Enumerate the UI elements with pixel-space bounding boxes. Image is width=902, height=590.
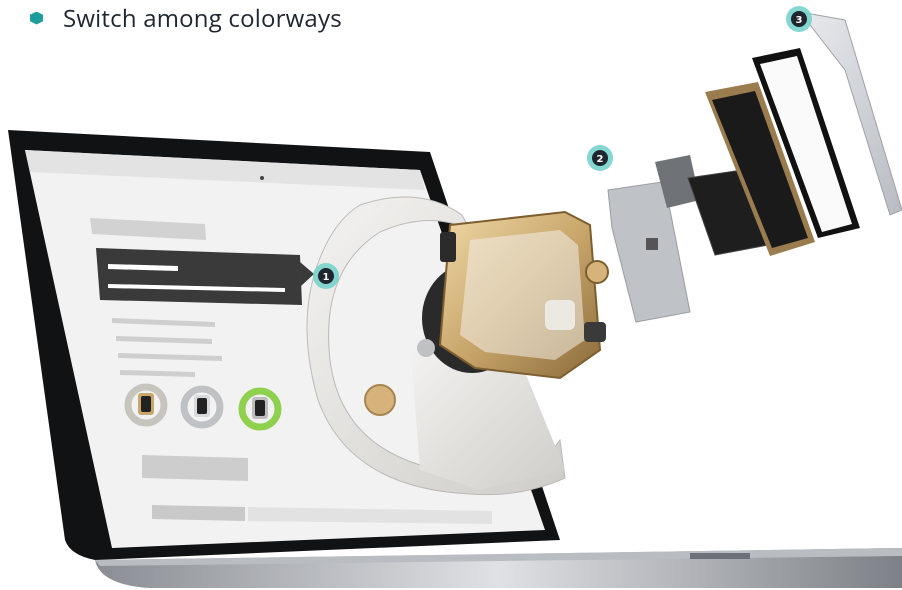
callout-badge-2[interactable]: 2	[587, 145, 613, 171]
callout-badge-3[interactable]: 3	[786, 6, 812, 32]
placeholder-button	[142, 455, 248, 481]
product-illustration: 1 2 3	[8, 6, 902, 588]
callout-number-3: 3	[796, 15, 803, 26]
laptop-notch	[690, 553, 750, 559]
callout-number-1: 1	[323, 272, 330, 283]
callout-number-2: 2	[597, 154, 604, 165]
tooltip-box	[96, 248, 302, 305]
exploded-components	[607, 11, 902, 323]
callout-badge-1[interactable]: 1	[313, 263, 339, 289]
